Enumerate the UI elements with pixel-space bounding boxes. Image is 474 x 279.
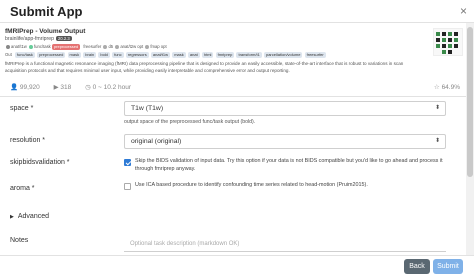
caret-down-icon: ⬍ [434, 138, 440, 144]
success-rate: ☆ 64.9% [434, 83, 460, 91]
resolution-label: resolution * [10, 137, 46, 144]
skipbidsvalidation-checkbox[interactable] [124, 159, 131, 166]
footer-divider [0, 255, 474, 256]
space-value: T1w (T1w) [131, 105, 164, 112]
dwi-dot-icon [103, 44, 108, 49]
io-tag: preprocessed [37, 52, 66, 58]
space-label: space * [10, 105, 34, 112]
space-hint: output space of the preprocessed func/ta… [124, 119, 256, 125]
user-icon: 👤 [10, 84, 19, 91]
advanced-toggle[interactable]: ▶ Advanced [10, 213, 49, 220]
play-icon: ▶ [53, 84, 59, 91]
meta-dwi: d5 [108, 44, 114, 49]
success-rate-value: 64.9% [441, 84, 460, 91]
skipbidsvalidation-text: Skip the BIDS validation of input data. … [135, 158, 443, 172]
window-header: Submit App × [0, 0, 474, 22]
io-tag: fmriprep [215, 52, 235, 58]
user-dot-icon [6, 44, 10, 49]
app-logo-icon [433, 28, 463, 56]
app-version: 20.2.3 [56, 36, 72, 41]
close-icon[interactable]: × [460, 4, 467, 18]
caret-right-icon: ▶ [10, 214, 14, 220]
datatype-dot-icon [29, 44, 34, 49]
fmap-dot-icon [145, 44, 150, 49]
io-out-label: Out [5, 52, 12, 57]
meta-user: anat/t1w [11, 44, 27, 49]
tag-preprocessed: preprocessed [51, 44, 81, 50]
app-name: fMRIPrep - Volume Output [5, 28, 86, 35]
star-icon: ☆ [433, 84, 440, 91]
freesurfer-sel-dot-icon [115, 44, 120, 49]
stat-runs-value: 318 [60, 84, 72, 91]
io-tag: mask [172, 52, 186, 58]
aroma-text: Use ICA based procedure to identify conf… [135, 182, 368, 188]
meta-datatype: func/task [34, 44, 51, 49]
io-tag: transform/t1 [236, 52, 262, 58]
io-tag: func/task [14, 52, 35, 58]
meta-freesurfer: freesurfer [83, 44, 102, 49]
io-tag: mask [67, 52, 82, 58]
form-scroll-area: fMRIPrep - Volume Output brainlife/app-f… [0, 23, 474, 255]
io-tag: anat/t1w [150, 52, 171, 58]
app-meta-row: anat/t1w func/task preprocessed freesurf… [5, 44, 167, 50]
resolution-value: original (original) [131, 138, 182, 145]
advanced-label: Advanced [17, 213, 49, 220]
io-tag: parcellation/volume [263, 52, 303, 58]
stat-runs: ▶ 318 [54, 83, 72, 91]
resolution-select[interactable]: original (original) ⬍ [124, 134, 446, 149]
stat-duration-value: 0 ~ 10.2 hour [92, 84, 132, 91]
submit-button[interactable]: Submit [433, 259, 463, 274]
meta-fmap: fmap opt [150, 44, 167, 49]
stat-users-value: 99,920 [19, 84, 40, 91]
clock-icon: ◷ [85, 84, 91, 91]
stat-users: 👤 99,920 [10, 83, 40, 91]
space-select[interactable]: T1w (T1w) ⬍ [124, 101, 446, 116]
back-button[interactable]: Back [404, 259, 430, 274]
io-tag: bold [98, 52, 110, 58]
scrollbar-thumb[interactable] [467, 27, 473, 177]
io-tag: brain [83, 52, 97, 58]
card-divider [0, 96, 466, 97]
caret-down-icon: ⬍ [434, 105, 440, 111]
io-tag: regressors [125, 52, 149, 58]
app-repo[interactable]: brainlife/app-fmriprep 20.2.3 [5, 36, 72, 42]
notes-input[interactable]: Optional task description (markdown OK) [124, 237, 446, 252]
io-tag: anat [187, 52, 200, 58]
app-io-row: Out func/task preprocessed mask brain bo… [5, 52, 327, 58]
notes-label: Notes [10, 237, 29, 244]
aroma-label: aroma * [10, 185, 35, 192]
io-tag: html [201, 52, 214, 58]
io-tag: func [112, 52, 124, 58]
aroma-checkbox[interactable] [124, 183, 131, 190]
meta-freesurfer-sel: anat/t2w opt [120, 44, 144, 49]
window-title: Submit App [10, 4, 83, 19]
app-stats: 👤 99,920 ▶ 318 ◷ 0 ~ 10.2 hour [10, 83, 143, 91]
app-repo-name: brainlife/app-fmriprep [5, 36, 55, 42]
stat-duration: ◷ 0 ~ 10.2 hour [85, 83, 131, 91]
app-description: fMRIPrep is a functional magnetic resona… [5, 61, 404, 73]
io-tag: freesurfer [304, 52, 326, 58]
skipbidsvalidation-label: skipbidsvalidation * [10, 159, 70, 166]
